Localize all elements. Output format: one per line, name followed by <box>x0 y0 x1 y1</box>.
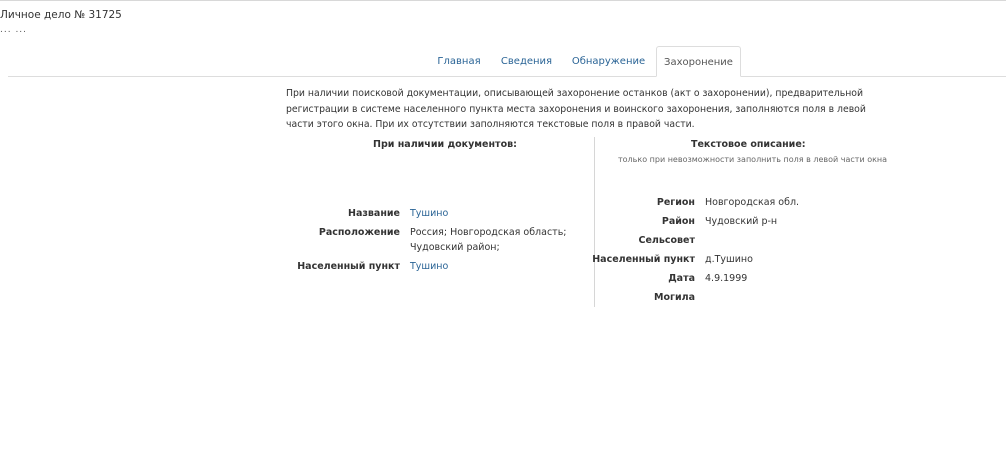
date-value: 4.9.1999 <box>705 273 748 284</box>
tab-burial[interactable]: Захоронение <box>656 46 741 77</box>
text-description-heading: Текстовое описание: <box>691 139 806 150</box>
column-divider <box>594 137 595 307</box>
location-value-line1: Россия; Новгородская область; <box>410 227 567 238</box>
tab-details[interactable]: Сведения <box>494 46 559 77</box>
region-value: Новгородская обл. <box>705 197 800 208</box>
name-label: Название <box>348 208 400 219</box>
text-description-hint: только при невозможности заполнить поля … <box>618 155 888 164</box>
district-label: Район <box>661 216 695 227</box>
name-link[interactable]: Тушино <box>410 208 448 219</box>
documents-heading: При наличии документов: <box>373 139 517 150</box>
intro-text: При наличии поисковой документации, опис… <box>286 88 866 130</box>
location-value-line2: Чудовский район; <box>410 242 500 253</box>
text-settlement-label: Населенный пункт <box>592 254 695 265</box>
settlement-link[interactable]: Тушино <box>410 261 448 272</box>
tab-discovery[interactable]: Обнаружение <box>566 46 651 77</box>
council-label: Сельсовет <box>638 235 696 246</box>
location-label: Расположение <box>318 227 400 238</box>
top-border <box>0 0 1006 1</box>
page-subtitle: ... ... <box>0 25 28 35</box>
district-value: Чудовский р-н <box>705 216 778 227</box>
settlement-label: Населенный пункт <box>297 261 400 272</box>
grave-label: Могила <box>654 292 695 303</box>
region-label: Регион <box>656 197 695 208</box>
tab-main[interactable]: Главная <box>428 46 490 77</box>
page-title: Личное дело № 31725 <box>0 9 122 21</box>
date-label: Дата <box>668 273 695 284</box>
text-settlement-value: д.Тушино <box>705 254 753 265</box>
